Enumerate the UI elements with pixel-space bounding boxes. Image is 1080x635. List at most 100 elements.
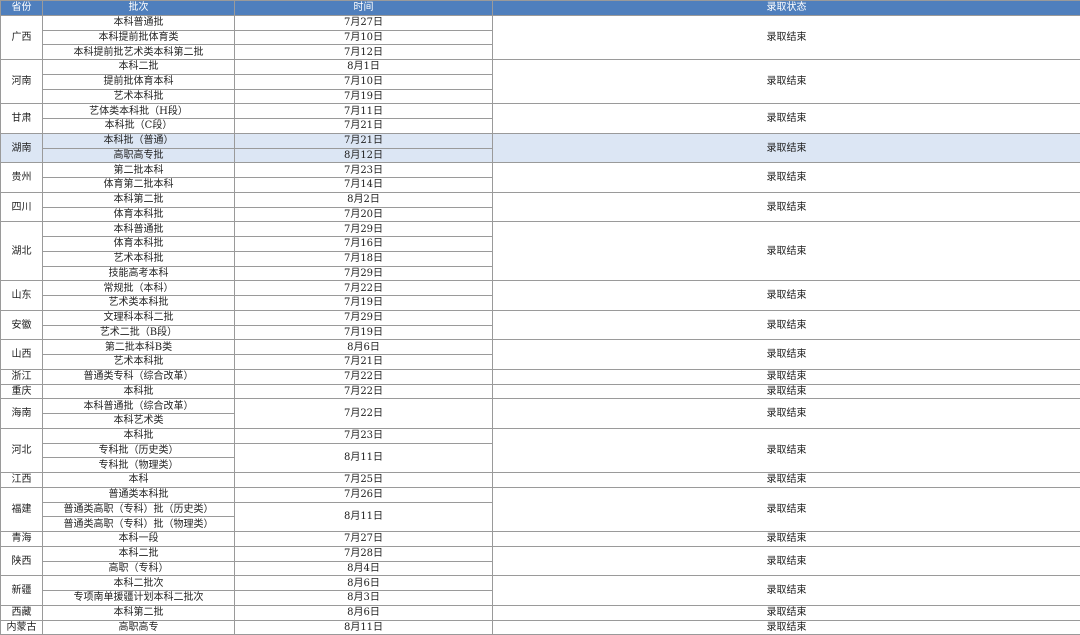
- batch-cell: 本科二批次: [42, 575, 235, 591]
- batch-cell: 高职高专: [42, 619, 235, 635]
- batch-cell: 艺术本科批: [42, 354, 235, 370]
- province-cell: 福建: [0, 486, 43, 533]
- batch-cell: 本科一段: [42, 531, 235, 547]
- date-cell: 7月29日: [234, 221, 493, 237]
- batch-cell: 本科批（普通）: [42, 132, 235, 149]
- table-body: 广西 本科普通批 7月27日 录取结束 本科提前批体育类 7月10日 本科提前批艺术类本科第…: [0, 14, 1080, 635]
- table-row: 青海 本科一段 7月27日 录取结束: [0, 531, 1080, 547]
- table-row: 河南 本科二批 8月1日 录取结束: [0, 58, 1080, 105]
- status-cell: 录取结束: [492, 604, 1080, 621]
- batch-cell: 第二批本科B类: [42, 339, 235, 355]
- date-cell: 7月21日: [234, 354, 493, 370]
- batch-cell: 常规批（本科）: [42, 280, 235, 296]
- date-cell: 7月14日: [234, 177, 493, 193]
- date-cell: 8月3日: [234, 590, 493, 606]
- date-cell: 7月23日: [234, 162, 493, 178]
- province-cell: 河北: [0, 427, 43, 474]
- date-cell: 7月10日: [234, 29, 493, 46]
- batch-cell: 本科批: [42, 383, 235, 400]
- batch-cell: 本科普通批: [42, 14, 235, 31]
- batch-cell: 专项南单援疆计划本科二批次: [42, 590, 235, 606]
- date-cell: 7月27日: [234, 531, 493, 547]
- date-cell: 7月28日: [234, 545, 493, 562]
- table-row: 湖南 本科批（普通） 7月21日 录取结束: [0, 132, 1080, 164]
- table-row: 四川 本科第二批 8月2日 录取结束: [0, 191, 1080, 223]
- date-cell: 8月6日: [234, 339, 493, 355]
- date-cell: 8月11日: [234, 619, 493, 635]
- date-cell: 8月11日: [234, 501, 493, 532]
- province-cell: 内蒙古: [0, 619, 43, 635]
- batch-cell: 高职（专科）: [42, 560, 235, 577]
- table-row: 新疆 本科二批次 8月6日 录取结束: [0, 575, 1080, 606]
- date-cell: 7月21日: [234, 132, 493, 149]
- batch-cell: 艺术类本科批: [42, 295, 235, 311]
- status-cell: 录取结束: [492, 14, 1080, 61]
- status-cell: 录取结束: [492, 619, 1080, 635]
- batch-cell: 体育本科批: [42, 206, 235, 223]
- province-cell: 四川: [0, 191, 43, 223]
- batch-cell: 本科第二批: [42, 604, 235, 621]
- province-cell: 河南: [0, 58, 43, 105]
- batch-cell: 本科艺术类: [42, 413, 235, 429]
- batch-cell: 艺体类本科批（H段）: [42, 103, 235, 119]
- batch-cell: 第二批本科: [42, 162, 235, 178]
- table-row: 江西 本科 7月25日 录取结束: [0, 472, 1080, 488]
- province-cell: 青海: [0, 531, 43, 547]
- batch-cell: 艺术二批（B段）: [42, 324, 235, 341]
- date-cell: 7月11日: [234, 103, 493, 119]
- date-cell: 7月22日: [234, 280, 493, 296]
- batch-cell: 普通类高职（专科）批（历史类）: [42, 501, 235, 518]
- status-cell: 录取结束: [492, 472, 1080, 488]
- batch-cell: 普通类专科（综合改革）: [42, 368, 235, 385]
- date-cell: 7月29日: [234, 265, 493, 282]
- status-cell: 录取结束: [492, 531, 1080, 547]
- date-cell: 7月29日: [234, 309, 493, 326]
- table-row: 浙江 普通类专科（综合改革） 7月22日 录取结束: [0, 368, 1080, 385]
- province-cell: 山西: [0, 339, 43, 370]
- table-row: 福建 普通类本科批 7月26日 录取结束: [0, 486, 1080, 533]
- batch-cell: 本科批: [42, 427, 235, 444]
- batch-cell: 高职高专批: [42, 147, 235, 164]
- province-cell: 甘肃: [0, 103, 43, 134]
- header-batch: 批次: [42, 0, 235, 16]
- table-row: 河北 本科批 7月23日 录取结束: [0, 427, 1080, 474]
- batch-cell: 普通类本科批: [42, 486, 235, 503]
- batch-cell: 本科二批: [42, 59, 235, 75]
- header-date: 时间: [234, 0, 493, 16]
- table-row: 山东 常规批（本科） 7月22日 录取结束: [0, 280, 1080, 311]
- status-cell: 录取结束: [492, 191, 1080, 223]
- batch-cell: 技能高考本科: [42, 265, 235, 282]
- province-cell: 重庆: [0, 383, 43, 400]
- batch-cell: 艺术本科批: [42, 88, 235, 105]
- header-status: 录取状态: [492, 0, 1080, 16]
- batch-cell: 本科提前批艺术类本科第二批: [42, 44, 235, 60]
- date-cell: 7月19日: [234, 88, 493, 105]
- table-row: 重庆 本科批 7月22日 录取结束: [0, 383, 1080, 400]
- batch-cell: 本科: [42, 472, 235, 488]
- status-cell: 录取结束: [492, 221, 1080, 282]
- table-row: 广西 本科普通批 7月27日 录取结束: [0, 14, 1080, 61]
- batch-cell: 本科普通批（综合改革）: [42, 398, 235, 414]
- batch-cell: 体育本科批: [42, 236, 235, 252]
- province-cell: 山东: [0, 280, 43, 311]
- date-cell: 7月22日: [234, 368, 493, 385]
- province-cell: 贵州: [0, 162, 43, 193]
- batch-cell: 本科二批: [42, 545, 235, 562]
- header-province: 省份: [0, 0, 43, 16]
- date-cell: 7月19日: [234, 295, 493, 311]
- province-cell: 陕西: [0, 545, 43, 577]
- province-cell: 江西: [0, 472, 43, 488]
- table-row: 贵州 第二批本科 7月23日 录取结束: [0, 162, 1080, 193]
- status-cell: 录取结束: [492, 427, 1080, 474]
- date-cell: 7月19日: [234, 324, 493, 341]
- batch-cell: 文理科本科二批: [42, 309, 235, 326]
- table-row: 陕西 本科二批 7月28日 录取结束: [0, 545, 1080, 577]
- date-cell: 7月26日: [234, 486, 493, 503]
- province-cell: 安徽: [0, 309, 43, 341]
- batch-cell: 本科第二批: [42, 191, 235, 208]
- batch-cell: 本科批（C段）: [42, 118, 235, 134]
- batch-cell: 体育第二批本科: [42, 177, 235, 193]
- status-cell: 录取结束: [492, 368, 1080, 385]
- province-cell: 广西: [0, 14, 43, 61]
- date-cell: 7月10日: [234, 73, 493, 90]
